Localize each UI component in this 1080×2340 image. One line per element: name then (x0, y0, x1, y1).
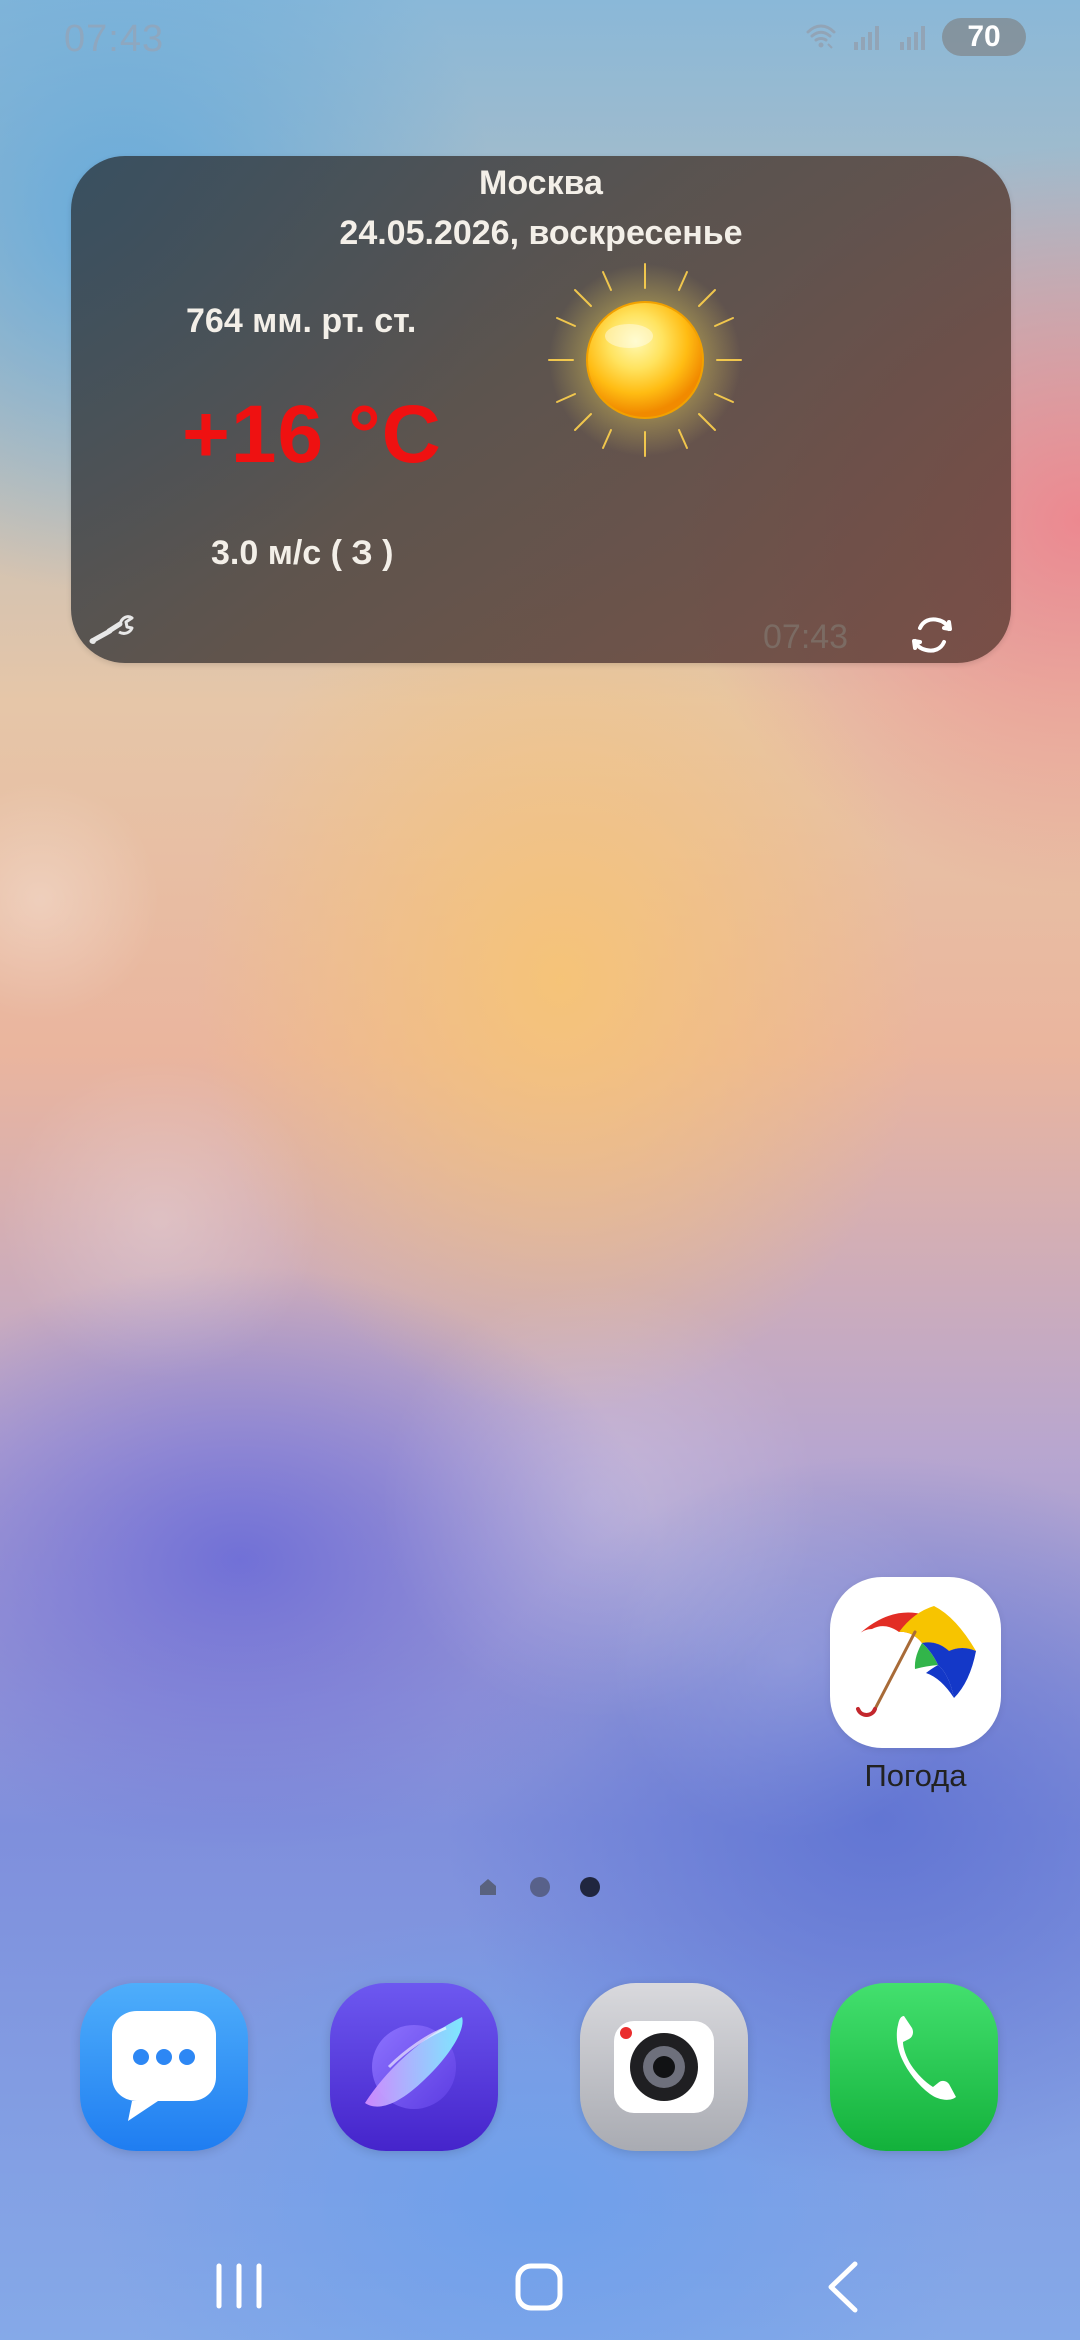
sun-icon (548, 263, 742, 457)
weather-pressure: 764 мм. рт. ст. (186, 302, 417, 340)
internet-app[interactable] (330, 1983, 498, 2151)
signal-icon-secondary (900, 26, 925, 50)
weather-date: 24.05.2026, воскресенье (339, 214, 743, 252)
page-dot-3[interactable] (580, 1877, 600, 1897)
weather-app-label: Погода (864, 1758, 967, 1793)
signal-icon (854, 26, 879, 50)
weather-app-icon-box[interactable] (830, 1577, 1001, 1748)
battery-indicator: 70 (942, 18, 1026, 56)
weather-update-time: 07:43 (763, 618, 849, 656)
weather-wind: 3.0 м/с ( З ) (211, 534, 394, 572)
weather-app-shortcut[interactable]: Погода (830, 1577, 1001, 1797)
status-bar: 07:43 70 (0, 0, 1080, 80)
camera-icon (614, 2021, 714, 2113)
status-time: 07:43 (64, 18, 165, 60)
messages-app[interactable] (80, 1983, 248, 2151)
back-icon[interactable] (805, 2248, 883, 2326)
wrench-icon[interactable] (85, 610, 135, 652)
weather-temperature: +16 °C (182, 389, 442, 480)
messages-icon (112, 2011, 216, 2121)
internet-icon (365, 2017, 463, 2109)
home-page-indicator-icon[interactable] (477, 1876, 499, 1898)
camera-app[interactable] (580, 1983, 748, 2151)
phone-app[interactable] (830, 1983, 998, 2151)
status-icons: 70 (804, 18, 1026, 56)
wifi-icon (806, 24, 836, 49)
page-indicators[interactable] (470, 1872, 610, 1902)
refresh-icon[interactable] (907, 610, 957, 660)
weather-city: Москва (479, 164, 603, 202)
recents-icon[interactable] (200, 2248, 278, 2326)
navigation-bar (0, 2220, 1080, 2340)
page-dot-2[interactable] (530, 1877, 550, 1897)
home-icon[interactable] (500, 2248, 578, 2326)
umbrella-icon (856, 1606, 976, 1717)
weather-widget[interactable]: Москва 24.05.2026, воскресенье 764 мм. р… (71, 156, 1011, 663)
phone-icon (896, 2016, 956, 2100)
